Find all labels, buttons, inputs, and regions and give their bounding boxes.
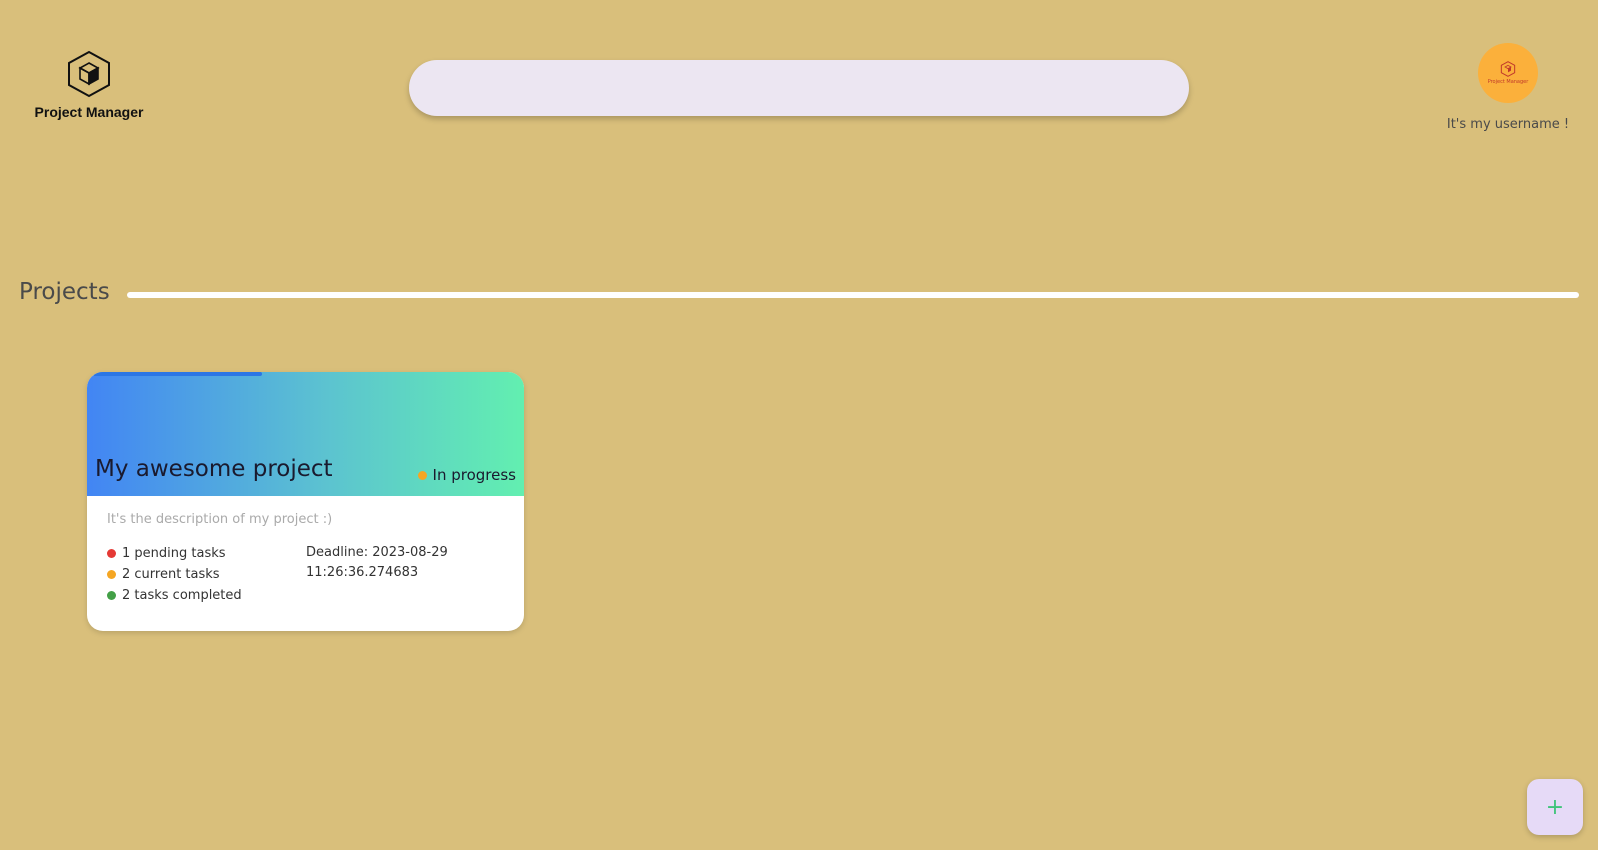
- avatar-text: Project Manager: [1487, 79, 1529, 85]
- app-logo[interactable]: Project Manager: [30, 50, 148, 120]
- pending-dot: [107, 549, 116, 558]
- stat-pending: 1 pending tasks: [107, 543, 306, 564]
- stat-pending-label: 1 pending tasks: [122, 546, 226, 561]
- stat-completed-label: 2 tasks completed: [122, 588, 242, 603]
- status-dot: [417, 470, 427, 480]
- stat-current-label: 2 current tasks: [122, 567, 220, 582]
- app-name: Project Manager: [34, 104, 144, 120]
- user-panel: Project Manager It's my username !: [1438, 43, 1578, 132]
- completed-dot: [107, 591, 116, 600]
- current-dot: [107, 570, 116, 579]
- plus-icon: +: [1545, 794, 1565, 820]
- project-card[interactable]: My awesome project In progress It's the …: [87, 372, 524, 631]
- cube-hexagon-icon: [1500, 61, 1516, 77]
- task-stats: 1 pending tasks 2 current tasks 2 tasks …: [107, 543, 306, 606]
- add-project-button[interactable]: +: [1527, 779, 1583, 835]
- section-divider: [127, 292, 1579, 298]
- project-description: It's the description of my project :): [107, 512, 333, 527]
- username: It's my username !: [1446, 117, 1570, 132]
- search-input[interactable]: [409, 60, 1189, 116]
- project-stats: 1 pending tasks 2 current tasks 2 tasks …: [107, 543, 504, 606]
- project-title: My awesome project: [95, 456, 333, 482]
- stat-completed: 2 tasks completed: [107, 585, 306, 606]
- cube-hexagon-icon: [68, 50, 110, 98]
- project-deadline: Deadline: 2023-08-29 11:26:36.274683: [306, 545, 448, 580]
- avatar[interactable]: Project Manager: [1478, 43, 1538, 103]
- status-label: In progress: [432, 466, 516, 484]
- project-card-header: My awesome project In progress: [87, 372, 524, 496]
- project-progress-bar: [94, 372, 514, 376]
- project-card-body: It's the description of my project :) 1 …: [87, 496, 524, 622]
- project-progress-fill: [94, 372, 262, 376]
- stat-current: 2 current tasks: [107, 564, 306, 585]
- section-title: Projects: [19, 279, 110, 305]
- project-status: In progress: [417, 466, 516, 484]
